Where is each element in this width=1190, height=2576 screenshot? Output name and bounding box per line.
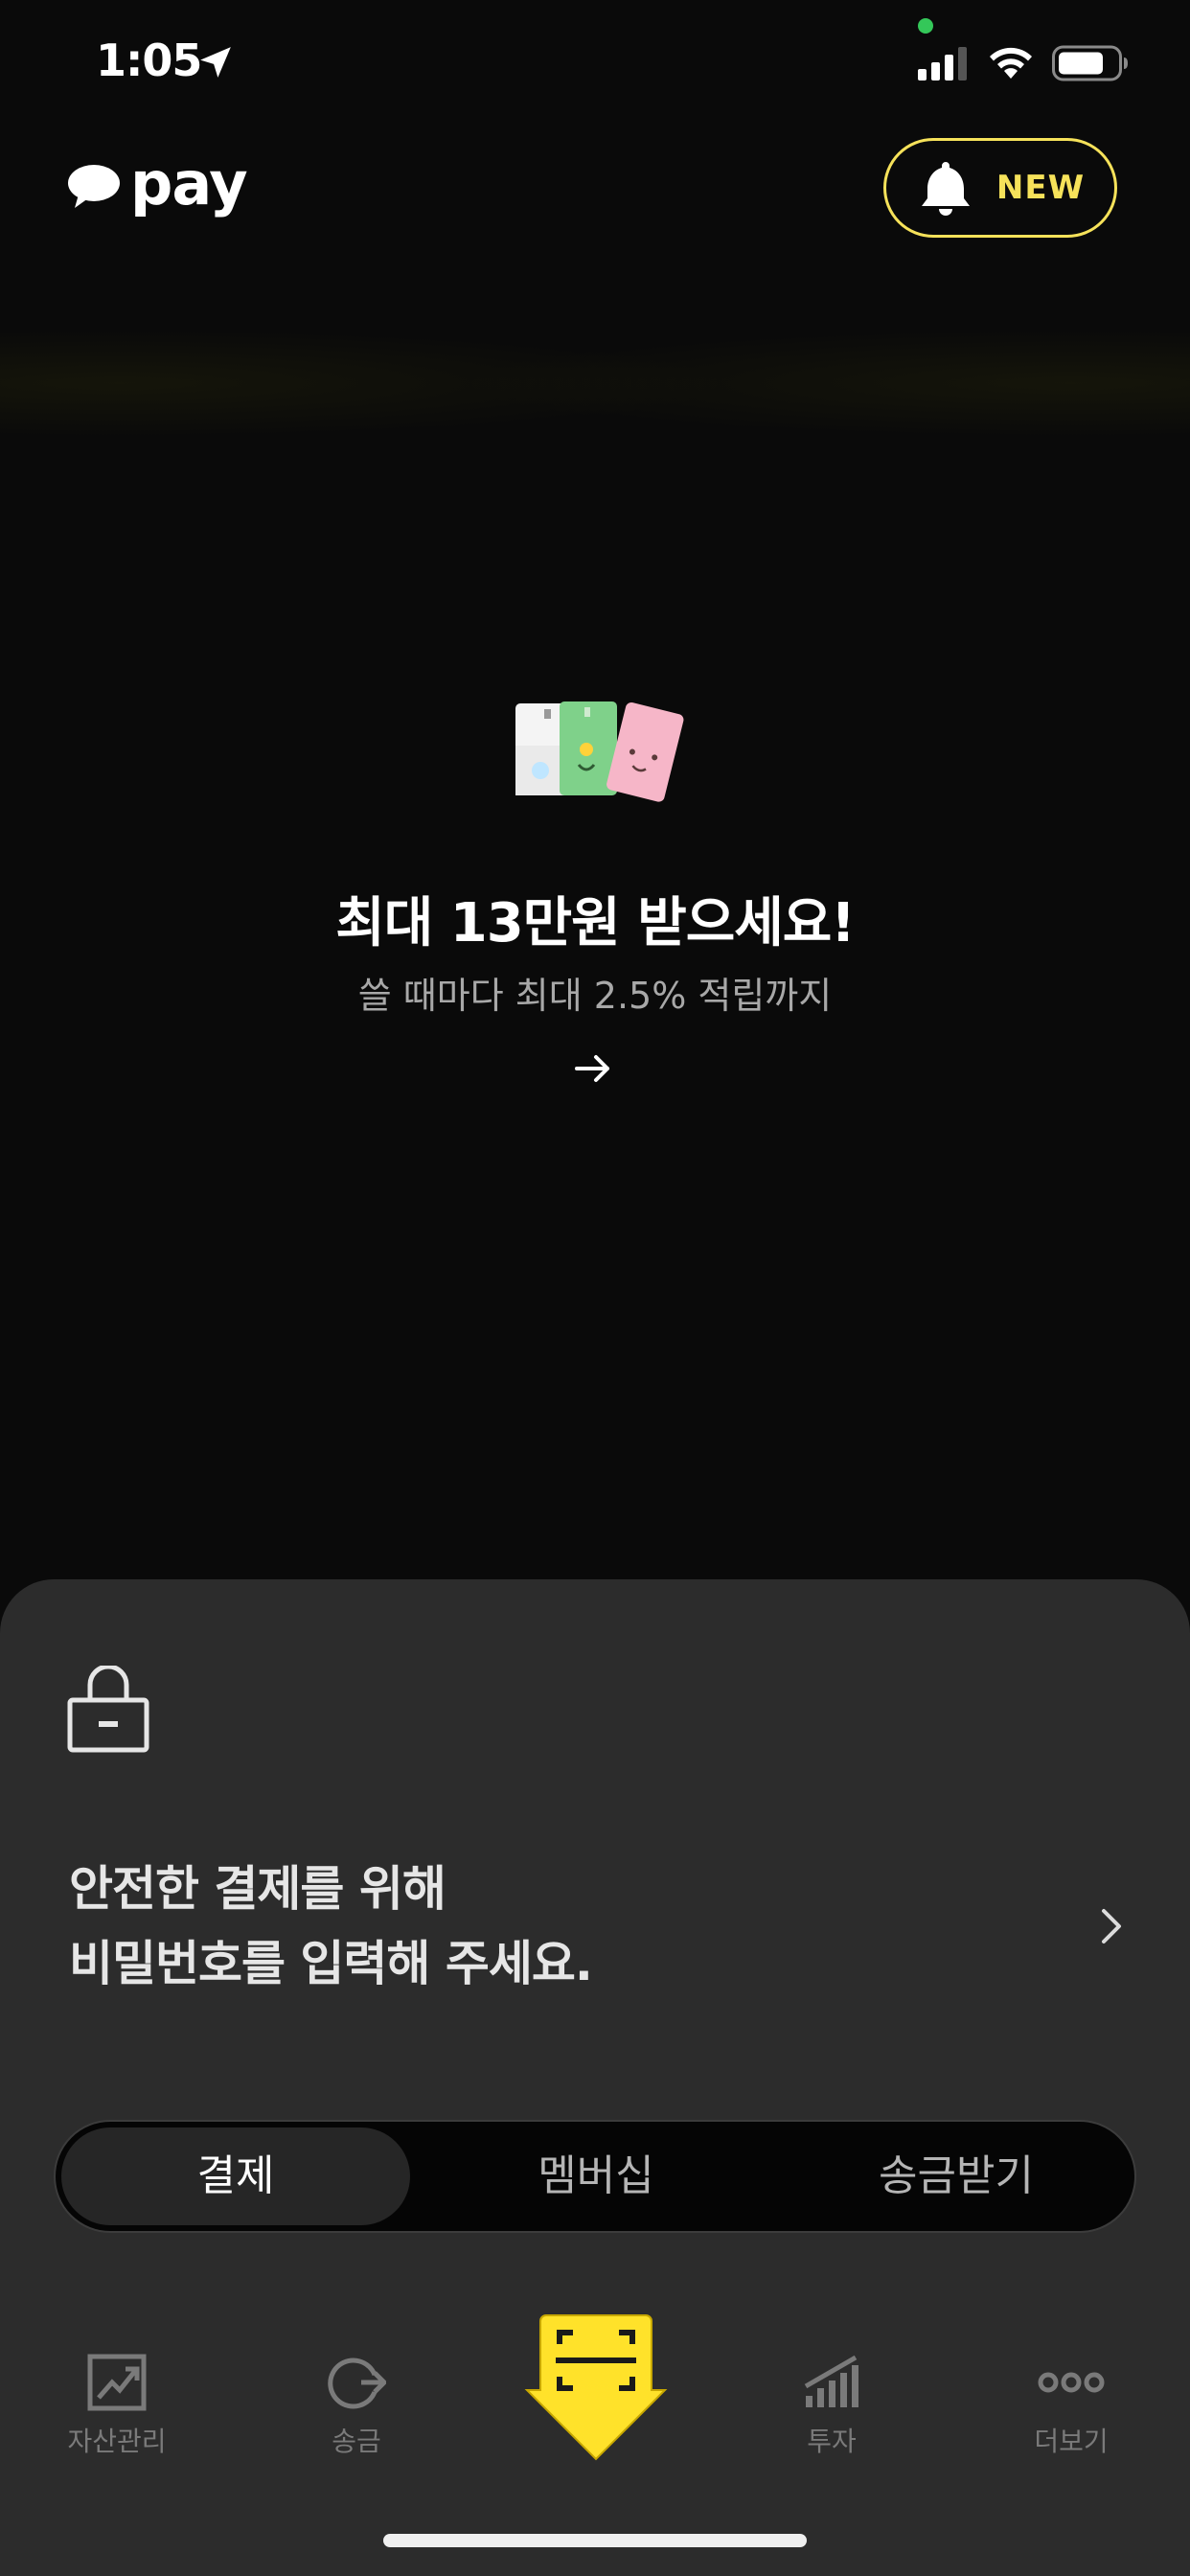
chevron-right-icon[interactable] — [1098, 1907, 1125, 1945]
kakao-pay-logo: pay — [67, 149, 248, 220]
transfer-icon — [328, 2358, 386, 2409]
location-arrow-icon — [200, 47, 231, 78]
payment-segmented-control: 결제 멤버십 송금받기 — [54, 2120, 1136, 2233]
logo-text: pay — [130, 149, 248, 218]
nav-transfer[interactable]: 송금 — [261, 2354, 452, 2459]
nav-more[interactable]: 더보기 — [975, 2354, 1167, 2459]
nav-investment[interactable]: 투자 — [736, 2354, 927, 2459]
lock-icon — [67, 1666, 149, 1753]
tab-receive-money[interactable]: 송금받기 — [776, 2122, 1136, 2231]
home-indicator — [383, 2534, 807, 2547]
more-dots-icon — [1038, 2372, 1105, 2393]
nav-label: 투자 — [807, 2426, 857, 2457]
wifi-icon — [990, 47, 1032, 79]
status-time: 1:05 — [96, 34, 202, 86]
nav-label: 자산관리 — [67, 2426, 167, 2457]
new-badge-label: NEW — [995, 169, 1086, 207]
notification-button[interactable]: NEW — [883, 138, 1117, 238]
promo-cards-illustration[interactable] — [512, 698, 684, 805]
speech-bubble-icon — [68, 165, 120, 208]
nav-asset-management[interactable]: 자산관리 — [21, 2354, 213, 2459]
battery-icon — [1052, 45, 1128, 81]
scan-pay-icon[interactable] — [519, 2310, 673, 2463]
background-glow — [0, 288, 1190, 479]
cellular-signal-icon — [918, 47, 967, 80]
nav-label: 더보기 — [1034, 2426, 1109, 2457]
promo-title[interactable]: 최대 13만원 받으세요! — [0, 880, 1190, 957]
status-bar: 1:05 — [0, 0, 1190, 134]
tab-payment[interactable]: 결제 — [56, 2122, 416, 2231]
promo-subtitle: 쓸 때마다 최대 2.5% 적립까지 — [357, 975, 833, 1017]
nav-label: 송금 — [332, 2426, 381, 2457]
chart-frame-icon — [87, 2354, 147, 2411]
bars-growth-icon — [804, 2355, 858, 2407]
privacy-indicator-dot — [918, 18, 933, 34]
tab-membership[interactable]: 멤버십 — [416, 2122, 776, 2231]
password-prompt-line2: 비밀번호를 입력해 주세요. — [69, 1936, 593, 1991]
bell-icon — [921, 162, 970, 216]
password-prompt[interactable]: 안전한 결제를 위해 비밀번호를 입력해 주세요. — [69, 1852, 593, 2001]
password-prompt-line1: 안전한 결제를 위해 — [69, 1861, 446, 1917]
arrow-right-icon[interactable] — [571, 1046, 615, 1091]
